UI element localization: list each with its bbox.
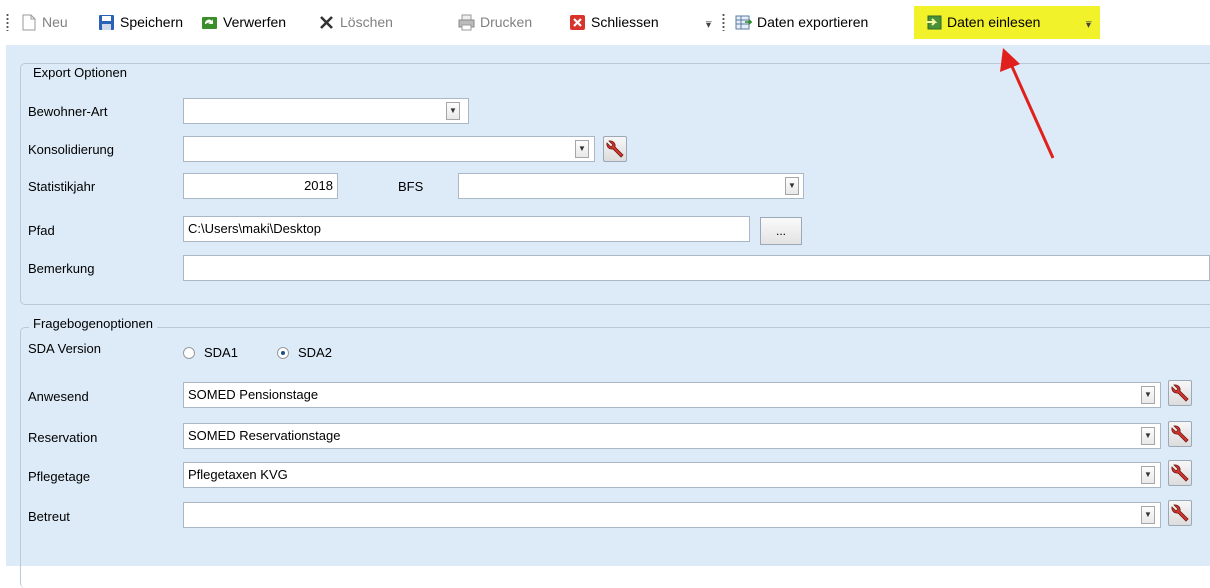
betreut-settings-button[interactable] [1168, 500, 1192, 526]
bemerkung-label: Bemerkung [28, 261, 95, 276]
konsolidierung-label: Konsolidierung [28, 142, 115, 157]
delete-x-icon [318, 14, 335, 31]
discard-button[interactable]: Verwerfen [201, 12, 286, 32]
betreut-select[interactable] [183, 502, 1161, 528]
close-button[interactable]: Schliessen [569, 12, 659, 32]
pfad-label: Pfad [28, 223, 55, 238]
new-label: Neu [42, 14, 68, 30]
toolbar-grip-2[interactable] [722, 13, 725, 31]
export-table-icon [735, 14, 753, 31]
sda2-radio-circle[interactable] [277, 346, 289, 359]
save-button[interactable]: Speichern [98, 12, 183, 32]
anwesend-dropdown-button[interactable]: ▼ [1141, 386, 1155, 404]
close-label: Schliessen [591, 14, 659, 30]
bewohner-art-label: Bewohner-Art [28, 104, 108, 119]
bewohner-art-dropdown-button[interactable]: ▼ [446, 102, 460, 120]
import-arrow-icon [925, 14, 942, 31]
bemerkung-input[interactable] [183, 255, 1210, 281]
save-label: Speichern [120, 14, 184, 30]
export-data-button[interactable]: Daten exportieren [735, 12, 868, 32]
refresh-icon [201, 14, 218, 31]
reservation-dropdown-button[interactable]: ▼ [1141, 427, 1155, 445]
toolbar-overflow-2[interactable]: _ ▾ [1086, 13, 1092, 31]
import-data-button[interactable]: Daten einlesen [925, 12, 1040, 32]
close-icon [569, 14, 586, 31]
sda2-radio[interactable]: SDA2 [277, 345, 332, 360]
bewohner-art-select[interactable] [183, 98, 469, 124]
betreut-dropdown-button[interactable]: ▼ [1141, 506, 1155, 524]
pflegetage-settings-button[interactable] [1168, 460, 1192, 486]
konsolidierung-dropdown-button[interactable]: ▼ [575, 140, 589, 158]
pflegetage-label: Pflegetage [28, 469, 91, 484]
questionnaire-group [20, 327, 1210, 588]
bfs-dropdown-button[interactable]: ▼ [785, 177, 799, 195]
anwesend-settings-button[interactable] [1168, 380, 1192, 406]
anwesend-label: Anwesend [28, 389, 89, 404]
wrench-icon [1171, 384, 1189, 402]
bfs-select[interactable] [458, 173, 804, 199]
questionnaire-legend: Fragebogenoptionen [29, 316, 157, 331]
pfad-input[interactable]: C:\Users\maki\Desktop [183, 216, 750, 242]
reservation-select[interactable]: SOMED Reservationstage [183, 423, 1161, 449]
sda1-radio[interactable]: SDA1 [183, 345, 238, 360]
export-label: Daten exportieren [757, 14, 869, 30]
toolbar-grip[interactable] [6, 13, 9, 31]
wrench-icon [1171, 425, 1189, 443]
konsolidierung-select[interactable] [183, 136, 595, 162]
sda-version-label: SDA Version [28, 341, 101, 356]
toolbar: Neu Speichern Verwerfen Löschen Drucken … [0, 0, 1210, 40]
anwesend-select[interactable]: SOMED Pensionstage [183, 382, 1161, 408]
export-options-legend: Export Optionen [29, 65, 131, 80]
browse-button[interactable]: ... [760, 217, 802, 245]
new-document-icon [20, 14, 37, 31]
konsolidierung-settings-button[interactable] [603, 136, 627, 162]
new-button[interactable]: Neu [20, 12, 68, 32]
printer-icon [458, 14, 475, 31]
wrench-icon [1171, 464, 1189, 482]
wrench-icon [1171, 504, 1189, 522]
pflegetage-dropdown-button[interactable]: ▼ [1141, 466, 1155, 484]
sda1-radio-circle[interactable] [183, 346, 195, 359]
pflegetage-select[interactable]: Pflegetaxen KVG [183, 462, 1161, 488]
import-label: Daten einlesen [947, 14, 1041, 30]
delete-label: Löschen [340, 14, 393, 30]
reservation-settings-button[interactable] [1168, 421, 1192, 447]
reservation-label: Reservation [28, 430, 98, 445]
discard-label: Verwerfen [223, 14, 287, 30]
sda1-label: SDA1 [204, 345, 238, 360]
sda2-label: SDA2 [298, 345, 332, 360]
save-icon [98, 14, 115, 31]
statistikjahr-input[interactable]: 2018 [183, 173, 338, 199]
main-panel: Export Optionen Bewohner-Art ▼ Konsolidi… [6, 45, 1210, 588]
print-button[interactable]: Drucken [458, 12, 532, 32]
wrench-icon [606, 140, 624, 158]
toolbar-overflow-1[interactable]: _ ▾ [706, 13, 712, 31]
print-label: Drucken [480, 14, 533, 30]
betreut-label: Betreut [28, 509, 70, 524]
bfs-label: BFS [398, 179, 424, 194]
delete-button[interactable]: Löschen [318, 12, 393, 32]
statistikjahr-label: Statistikjahr [28, 179, 96, 194]
